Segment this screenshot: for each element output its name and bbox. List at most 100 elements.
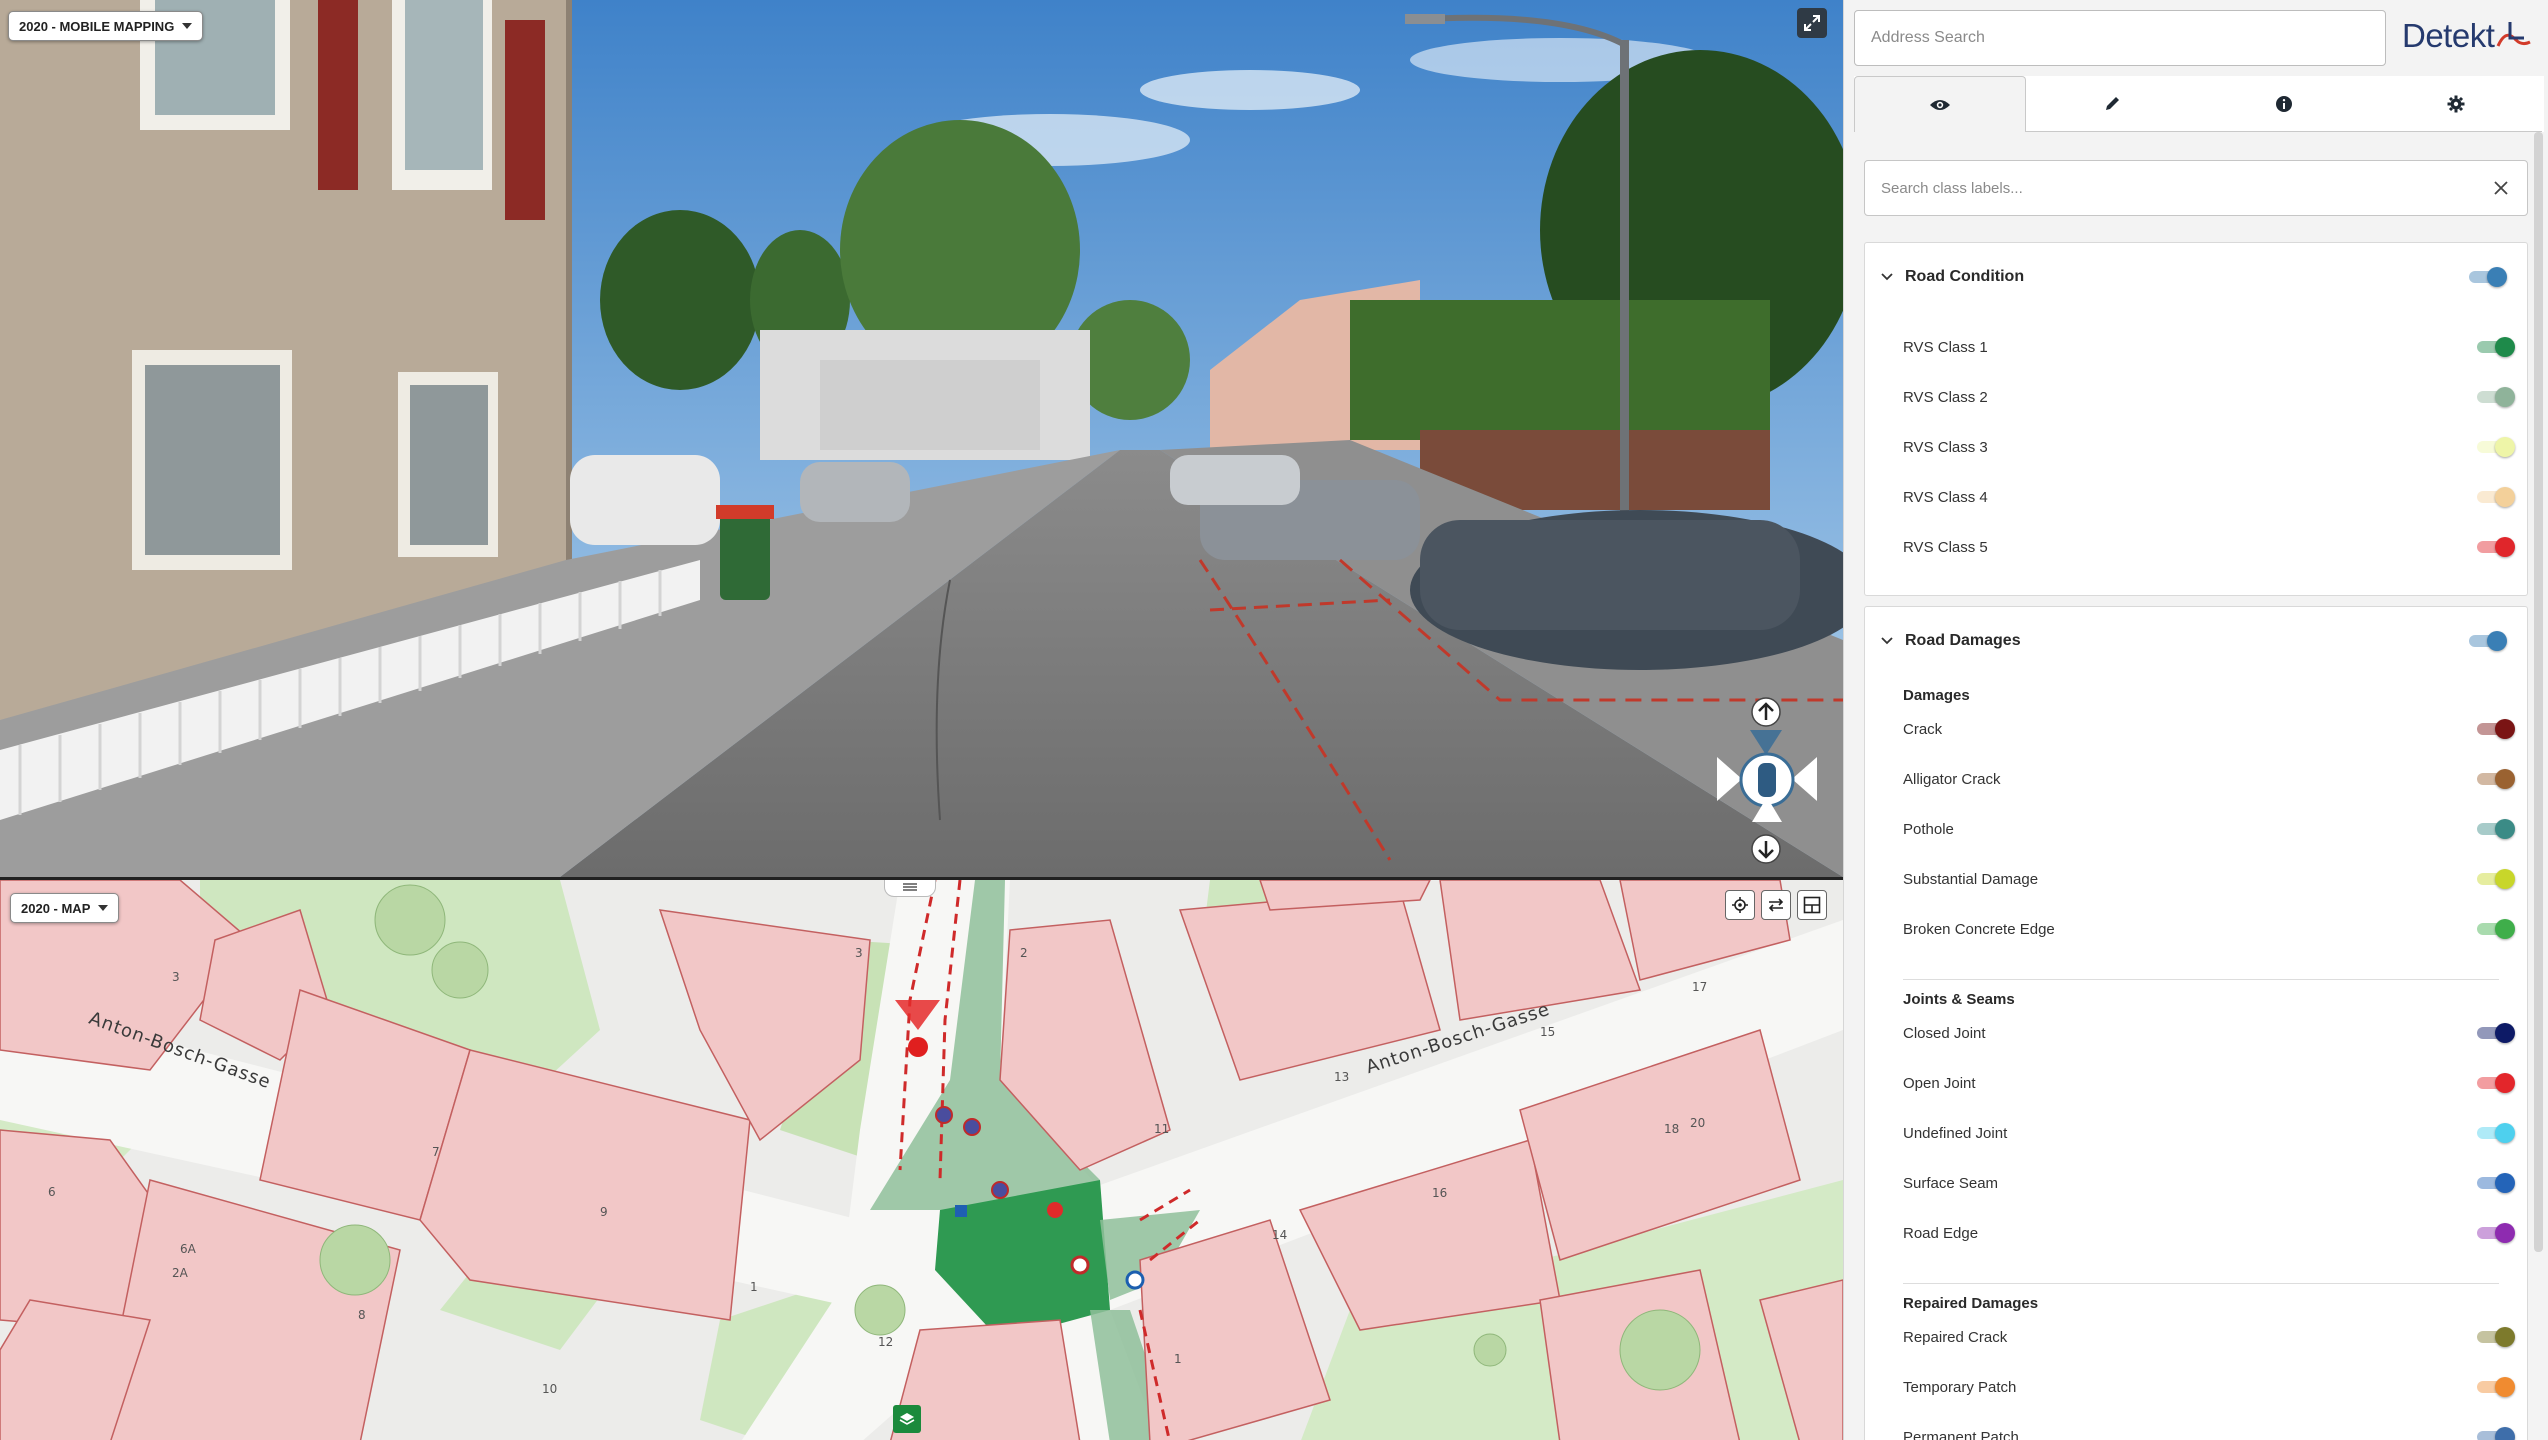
layer-row: Temporary Patch: [1903, 1367, 2515, 1407]
layer-toggle[interactable]: [2477, 1377, 2515, 1397]
house-number: 20: [1690, 1116, 1706, 1130]
road-condition-title: Road Condition: [1905, 268, 2025, 285]
layer-row: RVS Class 3: [1903, 427, 2515, 467]
layer-label: Pothole: [1903, 820, 1954, 838]
layer-toggle[interactable]: [2477, 719, 2515, 739]
crosshair-icon: [1732, 897, 1748, 913]
layer-row: Permanent Patch: [1903, 1417, 2515, 1440]
car-top-view-icon: [1758, 763, 1776, 797]
address-search-box[interactable]: [1854, 10, 2386, 66]
info-icon: [2276, 95, 2292, 112]
layer-toggle[interactable]: [2477, 1123, 2515, 1143]
layer-toggle[interactable]: [2477, 1173, 2515, 1193]
tab-view[interactable]: [1854, 76, 2026, 132]
pencil-icon: [2106, 96, 2119, 110]
split-drag-handle[interactable]: [884, 880, 936, 897]
layer-toggle[interactable]: [2477, 337, 2515, 357]
class-search-box[interactable]: [1864, 160, 2528, 216]
address-search-input[interactable]: [1869, 28, 2371, 48]
layer-row: Surface Seam: [1903, 1163, 2515, 1203]
layer-label: Substantial Damage: [1903, 870, 2039, 888]
layer-row: Broken Concrete Edge: [1903, 909, 2515, 949]
layer-row: Crack: [1903, 709, 2515, 749]
layer-toggle[interactable]: [2477, 1023, 2515, 1043]
house-number: 14: [1272, 1228, 1288, 1242]
close-icon[interactable]: [2489, 176, 2513, 200]
layer-row: RVS Class 1: [1903, 327, 2515, 367]
layer-toggle[interactable]: [2477, 869, 2515, 889]
locate-tool-button[interactable]: [1725, 890, 1755, 920]
tab-settings[interactable]: [2370, 76, 2542, 132]
layer-list-scroll-area[interactable]: Road Condition RVS Class 1 RVS Class 2 RVS…: [1844, 132, 2548, 1440]
map-toolbar: [1725, 890, 1827, 920]
layer-label: Surface Seam: [1903, 1174, 1999, 1192]
navigation-control[interactable]: [1712, 697, 1822, 867]
map-view[interactable]: Anton-Bosch-Gasse Anton-Bosch-Gasse 3 7 …: [0, 877, 1843, 1440]
house-number: 2A: [172, 1266, 188, 1280]
road-damages-card: Road Damages Damages Crack Alligator Crack…: [1864, 606, 2528, 1440]
tab-info[interactable]: [2198, 76, 2370, 132]
layer-row: Alligator Crack: [1903, 759, 2515, 799]
house-number: 6: [48, 1185, 56, 1199]
layer-row: Road Edge: [1903, 1213, 2515, 1253]
layer-toggle[interactable]: [2477, 1327, 2515, 1347]
street-year-label: 2020 - MOBILE MAPPING: [19, 18, 175, 34]
road-damages-toggle[interactable]: [2469, 631, 2507, 651]
swap-tool-button[interactable]: [1761, 890, 1791, 920]
layer-label: Road Edge: [1903, 1224, 1979, 1242]
layers-button[interactable]: [893, 1405, 921, 1433]
house-number: 3: [855, 946, 863, 960]
house-number: 1: [750, 1280, 758, 1294]
layer-toggle[interactable]: [2477, 919, 2515, 939]
rotate-right-button[interactable]: [1792, 757, 1817, 801]
layer-label: RVS Class 1: [1903, 338, 1988, 356]
layer-toggle[interactable]: [2477, 1073, 2515, 1093]
layer-toggle[interactable]: [2477, 1427, 2515, 1440]
street-view-panorama[interactable]: 2020 - MOBILE MAPPING: [0, 0, 1843, 877]
layer-toggle[interactable]: [2477, 437, 2515, 457]
house-number: 9: [600, 1205, 608, 1219]
logo-mark-icon: [2497, 22, 2532, 47]
road-condition-toggle[interactable]: [2469, 267, 2507, 287]
layer-toggle[interactable]: [2477, 1223, 2515, 1243]
caret-down-icon: [182, 23, 193, 29]
layer-label: Permanent Patch: [1903, 1428, 2019, 1440]
layer-label: RVS Class 3: [1903, 438, 1988, 456]
layer-row: Closed Joint: [1903, 1013, 2515, 1053]
street-year-selector[interactable]: 2020 - MOBILE MAPPING: [8, 11, 204, 41]
layer-toggle[interactable]: [2477, 487, 2515, 507]
forward-button[interactable]: [1751, 697, 1781, 727]
cadastral-map[interactable]: [0, 880, 1843, 1440]
back-button[interactable]: [1751, 834, 1781, 864]
layer-toggle[interactable]: [2477, 387, 2515, 407]
layer-row: Open Joint: [1903, 1063, 2515, 1103]
group-divider: [1903, 1283, 2499, 1284]
layer-toggle[interactable]: [2477, 537, 2515, 557]
layer-label: RVS Class 4: [1903, 488, 1988, 506]
road-condition-card: Road Condition RVS Class 1 RVS Class 2 RVS…: [1864, 242, 2528, 596]
layer-toggle[interactable]: [2477, 819, 2515, 839]
split-view-icon: [1803, 896, 1821, 914]
layer-label: Undefined Joint: [1903, 1124, 2008, 1142]
layer-row: Pothole: [1903, 809, 2515, 849]
panorama-image[interactable]: [0, 0, 1843, 877]
rotate-left-button[interactable]: [1717, 757, 1742, 801]
expand-button[interactable]: [1797, 8, 1827, 38]
split-tool-button[interactable]: [1797, 890, 1827, 920]
class-search-input[interactable]: [1879, 178, 2489, 198]
tab-edit[interactable]: [2026, 76, 2198, 132]
map-year-selector[interactable]: 2020 - MAP: [10, 893, 120, 923]
house-number: 12: [878, 1335, 894, 1349]
road-damages-header[interactable]: Road Damages: [1865, 607, 2527, 675]
layer-row: RVS Class 4: [1903, 477, 2515, 517]
road-condition-header[interactable]: Road Condition: [1865, 243, 2527, 311]
layer-toggle[interactable]: [2477, 769, 2515, 789]
layer-label: Alligator Crack: [1903, 770, 2001, 788]
road-damages-title: Road Damages: [1905, 632, 2021, 649]
chevron-down-icon: [1881, 273, 1893, 281]
layer-row: Substantial Damage: [1903, 859, 2515, 899]
view-cone: [1750, 730, 1782, 755]
house-number: 7: [432, 1145, 440, 1159]
current-position-marker: [908, 1037, 928, 1057]
group-title: Repaired Damages: [1903, 1295, 2039, 1312]
